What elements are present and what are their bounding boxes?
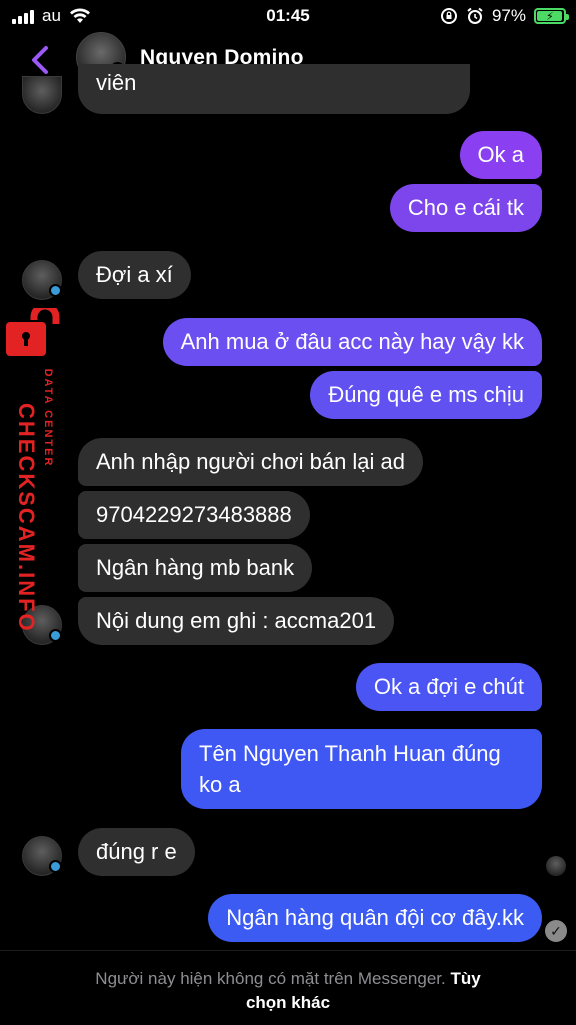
sender-avatar[interactable] [22,836,62,876]
message-bubble-incoming[interactable]: Anh nhập người chơi bán lại ad [78,438,424,486]
message-text-line: ko a [199,772,241,797]
message-bubble-incoming[interactable]: Đợi a xí [78,251,191,299]
alarm-icon [467,7,483,24]
more-options-link[interactable]: chọn khác [246,993,330,1012]
message-bubble-incoming[interactable]: viên [78,64,470,114]
message-bubble-incoming[interactable]: 9704229273483888 [78,491,310,539]
message-bubble-outgoing[interactable]: Ngân hàng quân đội cơ đây.kk [208,894,542,942]
battery-percent: 97% [491,6,526,25]
status-bar: au 01:45 97% ⚡ [0,0,576,30]
message-bubble-outgoing[interactable]: Tên Nguyen Thanh Huan đúng ko a [181,729,542,809]
message-bubble-incoming[interactable]: Nội dung em ghi : accma201 [78,597,395,645]
message-bubble-outgoing[interactable]: Đúng quê e ms chịu [310,371,542,419]
unavailable-footer: Người này hiện không có mặt trên Messeng… [0,950,576,1025]
message-bubble-outgoing[interactable]: Cho e cái tk [389,184,542,232]
sender-avatar[interactable] [22,76,62,114]
watermark: DATA CENTER CHECKSCAM.INFO [2,308,66,633]
footer-message: Người này hiện không có mặt trên Messeng… [95,969,446,988]
footer-notice: Người này hiện không có mặt trên Messeng… [40,967,536,1015]
message-bubble-incoming[interactable]: đúng r e [78,828,195,876]
chevron-left-icon[interactable] [26,42,56,78]
read-receipt-avatar [546,856,566,876]
watermark-subtext: DATA CENTER [42,368,54,468]
message-bubble-outgoing[interactable]: Ok a [459,131,542,179]
rotation-lock-icon [440,8,457,24]
sent-check-icon: ✓ [545,920,567,942]
sender-avatar[interactable] [22,260,62,300]
message-text-line: Tên Nguyen Thanh Huan đúng [199,741,501,766]
message-bubble-incoming[interactable]: Ngân hàng mb bank [78,544,313,592]
watermark-text: CHECKSCAM.INFO [14,403,39,633]
message-bubble-outgoing[interactable]: Anh mua ở đâu acc này hay vậy kk [162,318,542,366]
more-options-link[interactable]: Tùy [450,969,480,988]
message-text: viên [96,70,137,95]
battery-icon: ⚡ [534,8,569,24]
message-bubble-outgoing[interactable]: Ok a đợi e chút [355,663,542,711]
lock-icon [6,308,60,356]
